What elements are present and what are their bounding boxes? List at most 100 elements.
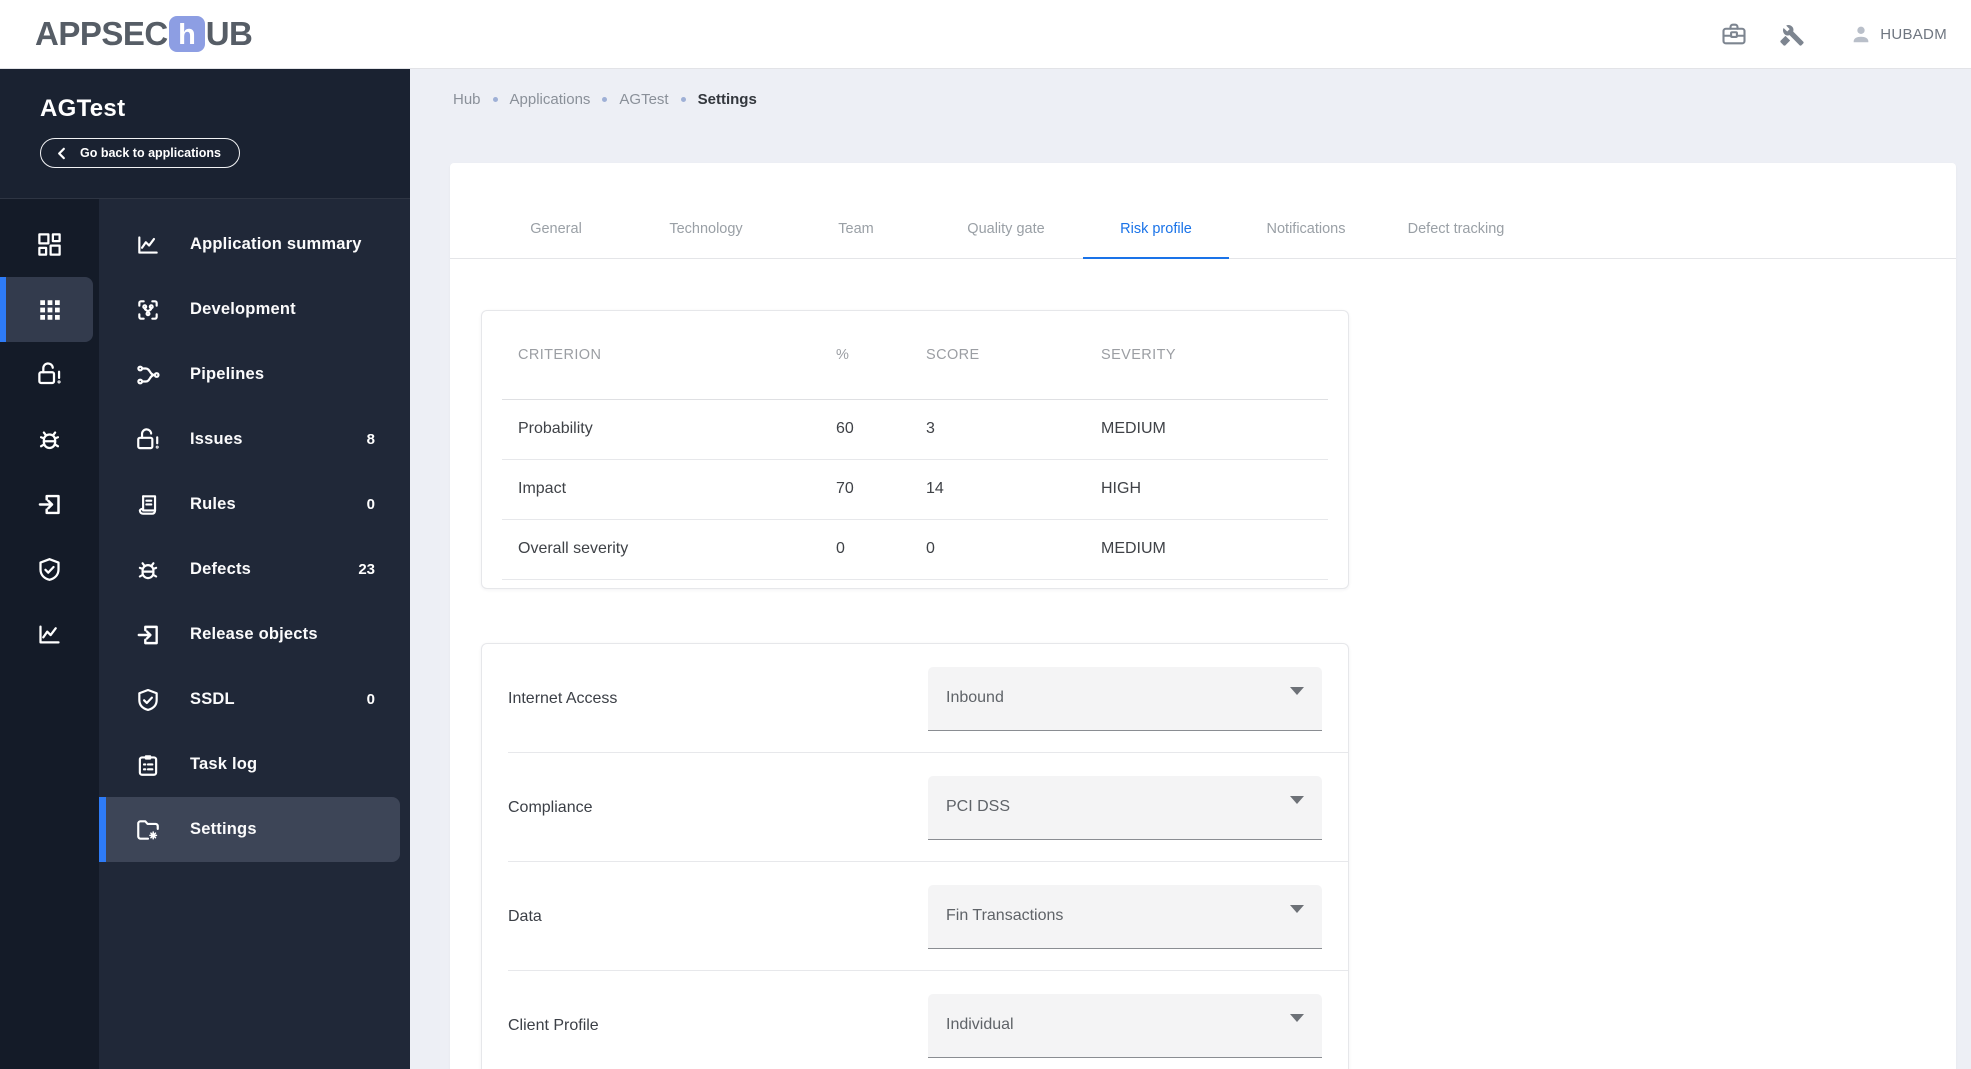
- cell-criterion: Probability: [502, 399, 820, 460]
- rail-item-ssdl[interactable]: [0, 537, 93, 602]
- compliance-label: Compliance: [508, 798, 593, 816]
- issues-count-badge: 8: [366, 431, 375, 448]
- breadcrumb: Hub Applications AGTest Settings: [453, 91, 757, 108]
- cell-percent: 60: [820, 399, 910, 460]
- sidebar-item-issues[interactable]: Issues 8: [99, 407, 400, 472]
- sidebar-item-task-log[interactable]: Task log: [99, 732, 400, 797]
- cell-score: 3: [910, 399, 1085, 460]
- risk-criteria-card: CRITERION % SCORE SEVERITY Probability 6…: [481, 310, 1349, 589]
- col-criterion: CRITERION: [502, 311, 820, 400]
- logo-part2: UB: [205, 15, 253, 52]
- tools-icon: [1778, 20, 1806, 48]
- settings-tabs: General Technology Team Quality gate Ris…: [450, 163, 1956, 259]
- client-profile-select[interactable]: Individual: [928, 993, 1322, 1058]
- col-severity: SEVERITY: [1085, 311, 1328, 400]
- folder-gear-icon: [134, 817, 161, 843]
- rail-item-issues[interactable]: [0, 342, 93, 407]
- code-scan-icon: [134, 297, 161, 323]
- dropdown-arrow-icon: [1290, 796, 1304, 804]
- sidebar-item-label: Application summary: [190, 235, 362, 253]
- admin-tools-button[interactable]: [1778, 20, 1806, 48]
- tab-quality-gate[interactable]: Quality gate: [931, 163, 1081, 258]
- rail-item-release[interactable]: [0, 472, 93, 537]
- defects-count-badge: 23: [358, 561, 375, 578]
- sidebar-item-label: Task log: [190, 755, 258, 773]
- breadcrumb-agtest[interactable]: AGTest: [619, 91, 668, 108]
- bug-icon: [36, 426, 63, 453]
- sidebar-item-settings[interactable]: Settings: [99, 797, 400, 862]
- tab-defect-tracking[interactable]: Defect tracking: [1381, 163, 1531, 258]
- table-row-impact: Impact 70 14 HIGH: [502, 459, 1328, 520]
- briefcase-icon: [1720, 20, 1748, 48]
- sidebar-item-pipelines[interactable]: Pipelines: [99, 342, 400, 407]
- main-content: Hub Applications AGTest Settings General…: [410, 69, 1971, 1069]
- sidebar-item-label: Rules: [190, 495, 236, 513]
- user-name: HUBADM: [1880, 25, 1947, 43]
- compliance-select[interactable]: PCI DSS: [928, 775, 1322, 840]
- cell-percent: 70: [820, 459, 910, 520]
- cell-severity: MEDIUM: [1085, 519, 1328, 580]
- sidebar-item-label: Pipelines: [190, 365, 265, 383]
- cell-score: 14: [910, 459, 1085, 520]
- internet-access-select[interactable]: Inbound: [928, 666, 1322, 731]
- task-log-icon: [134, 752, 161, 778]
- go-back-button[interactable]: Go back to applications: [40, 138, 240, 168]
- top-header: APPSEC h UB HUBADM: [0, 0, 1971, 69]
- grid-icon: [37, 297, 63, 323]
- sidebar-item-label: SSDL: [190, 690, 235, 708]
- cell-percent: 0: [820, 519, 910, 580]
- breadcrumb-applications[interactable]: Applications: [510, 91, 591, 108]
- sidebar-menu: Application summary Development Pipeline…: [99, 199, 410, 1069]
- tab-risk-profile[interactable]: Risk profile: [1081, 163, 1231, 259]
- rail-item-summary[interactable]: [0, 602, 93, 667]
- breadcrumb-dot-icon: [680, 97, 686, 102]
- tab-team[interactable]: Team: [781, 163, 931, 258]
- breadcrumb-hub[interactable]: Hub: [453, 91, 481, 108]
- risk-profile-form-card: Internet Access Inbound Compliance PCI D…: [481, 643, 1349, 1069]
- ssdl-count-badge: 0: [366, 691, 375, 708]
- sidebar-item-rules[interactable]: Rules 0: [99, 472, 400, 537]
- sidebar-item-development[interactable]: Development: [99, 277, 400, 342]
- chevron-left-icon: [55, 147, 68, 160]
- data-label: Data: [508, 907, 542, 925]
- tab-technology[interactable]: Technology: [631, 163, 781, 258]
- rail-item-defects[interactable]: [0, 407, 93, 472]
- bug-icon: [134, 557, 161, 583]
- pipeline-icon: [134, 362, 161, 388]
- col-percent: %: [820, 311, 910, 400]
- table-row-probability: Probability 60 3 MEDIUM: [502, 399, 1328, 460]
- logo-part1: APPSEC: [35, 15, 168, 52]
- form-row-internet-access: Internet Access Inbound: [482, 644, 1348, 753]
- exit-arrow-icon: [36, 491, 63, 518]
- cell-severity: MEDIUM: [1085, 399, 1328, 460]
- dropdown-arrow-icon: [1290, 1014, 1304, 1022]
- sidebar-item-ssdl[interactable]: SSDL 0: [99, 667, 400, 732]
- briefcase-button[interactable]: [1720, 20, 1748, 48]
- user-menu[interactable]: HUBADM: [1850, 23, 1947, 45]
- sidebar-item-label: Issues: [190, 430, 243, 448]
- chart-line-icon: [134, 232, 161, 258]
- dropdown-arrow-icon: [1290, 687, 1304, 695]
- form-row-compliance: Compliance PCI DSS: [482, 753, 1348, 862]
- tab-general[interactable]: General: [481, 163, 631, 258]
- sidebar-item-label: Release objects: [190, 625, 318, 643]
- lock-alert-icon: [134, 427, 161, 453]
- icon-rail: [0, 199, 99, 1069]
- sidebar-item-release-objects[interactable]: Release objects: [99, 602, 400, 667]
- rail-item-dashboard[interactable]: [0, 212, 93, 277]
- shield-check-icon: [36, 556, 63, 583]
- tab-notifications[interactable]: Notifications: [1231, 163, 1381, 258]
- sidebar-item-application-summary[interactable]: Application summary: [99, 212, 400, 277]
- form-row-client-profile: Client Profile Individual: [482, 971, 1348, 1069]
- sidebar-item-defects[interactable]: Defects 23: [99, 537, 400, 602]
- data-select[interactable]: Fin Transactions: [928, 884, 1322, 949]
- appsechub-logo: APPSEC h UB: [35, 15, 253, 53]
- rules-count-badge: 0: [366, 496, 375, 513]
- dashboard-icon: [36, 231, 63, 258]
- rail-item-grid-active[interactable]: [0, 277, 93, 342]
- application-name: AGTest: [40, 95, 126, 122]
- form-row-data: Data Fin Transactions: [482, 862, 1348, 971]
- lock-alert-icon: [36, 361, 63, 388]
- cell-criterion: Overall severity: [502, 519, 820, 580]
- sidebar-item-label: Defects: [190, 560, 252, 578]
